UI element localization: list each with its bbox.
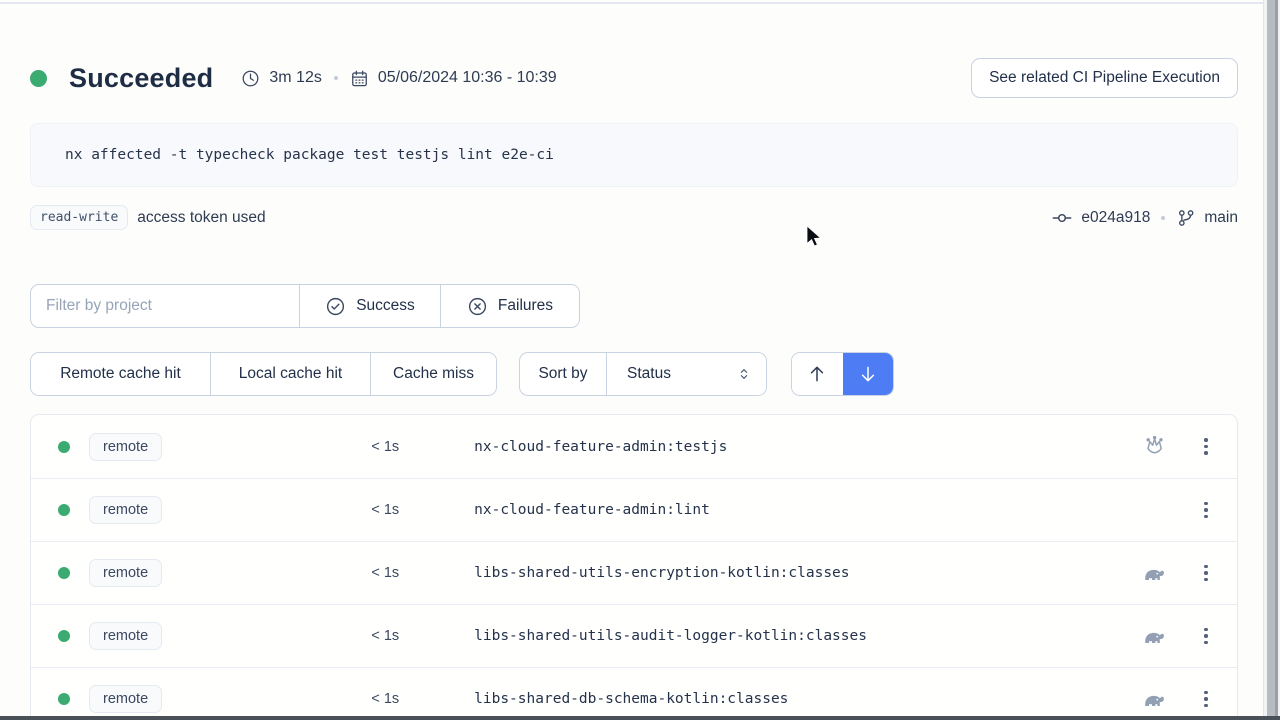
gradle-elephant-icon — [1142, 687, 1166, 711]
commit-sha[interactable]: e024a918 — [1081, 209, 1150, 227]
x-circle-icon — [467, 296, 488, 317]
filter-group: Success Failures — [30, 284, 580, 328]
git-commit-icon — [1051, 207, 1073, 229]
clock-icon — [241, 69, 260, 88]
mouse-cursor — [806, 226, 826, 248]
sort-by-label: Sort by — [520, 353, 606, 395]
task-list: remote < 1s nx-cloud-feature-admin:testj… — [30, 414, 1238, 720]
run-meta: 3m 12s 05/06/2024 10:36 - 10:39 — [241, 69, 556, 88]
local-cache-hit-button[interactable]: Local cache hit — [210, 353, 370, 395]
run-command: nx affected -t typecheck package test te… — [65, 147, 554, 163]
branch-name[interactable]: main — [1204, 209, 1238, 227]
cache-filter-group: Remote cache hit Local cache hit Cache m… — [30, 352, 497, 396]
task-tool-icon-slot — [1141, 561, 1167, 585]
task-duration: < 1s — [162, 691, 399, 707]
remote-cache-hit-button[interactable]: Remote cache hit — [31, 353, 210, 395]
access-token-badge: read-write — [30, 205, 128, 230]
task-cache-badge: remote — [89, 622, 162, 650]
run-status-dot — [30, 70, 47, 87]
see-related-pipeline-button[interactable]: See related CI Pipeline Execution — [971, 58, 1238, 98]
scrollbar-track[interactable] — [1263, 0, 1280, 720]
task-row[interactable]: remote < 1s libs-shared-db-schema-kotlin… — [31, 667, 1237, 720]
task-tool-icon-slot — [1141, 435, 1167, 459]
sort-ascending-button[interactable] — [792, 353, 843, 395]
sort-descending-button[interactable] — [843, 353, 894, 395]
filter-by-project-input[interactable] — [31, 285, 299, 327]
task-status-dot — [58, 441, 70, 453]
run-duration: 3m 12s — [269, 69, 321, 87]
run-date-range: 05/06/2024 10:36 - 10:39 — [378, 69, 557, 87]
filter-failures-button[interactable]: Failures — [440, 285, 579, 327]
row-menu-button[interactable] — [1197, 624, 1215, 649]
row-menu-button[interactable] — [1197, 687, 1215, 712]
bottom-edge-bar — [0, 716, 1280, 720]
gradle-elephant-icon — [1142, 624, 1166, 648]
command-box: nx affected -t typecheck package test te… — [30, 123, 1238, 187]
task-name[interactable]: libs-shared-db-schema-kotlin:classes — [474, 691, 1141, 707]
run-details-page: Succeeded 3m 12s 05/06/2024 10:36 - 10:3… — [0, 0, 1280, 720]
task-status-dot — [58, 693, 70, 705]
scrollbar-thumb[interactable] — [1267, 0, 1278, 720]
cache-miss-button[interactable]: Cache miss — [370, 353, 496, 395]
access-token-text: access token used — [137, 209, 265, 227]
row-menu-button[interactable] — [1197, 434, 1215, 459]
task-status-dot — [58, 504, 70, 516]
task-cache-badge: remote — [89, 685, 162, 713]
filter-success-label: Success — [356, 297, 415, 315]
task-status-dot — [58, 630, 70, 642]
task-name[interactable]: nx-cloud-feature-admin:testjs — [474, 439, 1141, 455]
jest-icon — [1142, 435, 1166, 459]
task-name[interactable]: libs-shared-utils-encryption-kotlin:clas… — [474, 565, 1141, 581]
token-row: read-write access token used e024a918 ma… — [30, 202, 1238, 233]
sort-select[interactable]: Status — [606, 353, 766, 395]
vcs-info: e024a918 main — [1051, 207, 1238, 229]
task-row[interactable]: remote < 1s nx-cloud-feature-admin:lint — [31, 478, 1237, 541]
task-name[interactable]: nx-cloud-feature-admin:lint — [474, 502, 1141, 518]
task-cache-badge: remote — [89, 496, 162, 524]
task-cache-badge: remote — [89, 559, 162, 587]
sort-direction-group — [791, 352, 894, 396]
task-name[interactable]: libs-shared-utils-audit-logger-kotlin:cl… — [474, 628, 1141, 644]
task-cache-badge: remote — [89, 433, 162, 461]
task-duration: < 1s — [162, 502, 399, 518]
task-status-dot — [58, 567, 70, 579]
separator-dot — [334, 76, 338, 80]
sort-group: Sort by Status — [519, 352, 767, 396]
content: Succeeded 3m 12s 05/06/2024 10:36 - 10:3… — [30, 0, 1238, 720]
task-row[interactable]: remote < 1s libs-shared-utils-audit-logg… — [31, 604, 1237, 667]
separator-dot — [1161, 216, 1165, 220]
filter-success-button[interactable]: Success — [299, 285, 440, 327]
page-title: Succeeded — [69, 63, 213, 94]
task-duration: < 1s — [162, 628, 399, 644]
task-duration: < 1s — [162, 439, 399, 455]
chevron-up-down-icon — [736, 366, 752, 382]
task-row[interactable]: remote < 1s libs-shared-utils-encryption… — [31, 541, 1237, 604]
filter-failures-label: Failures — [498, 297, 553, 315]
row-menu-button[interactable] — [1197, 498, 1215, 523]
task-duration: < 1s — [162, 565, 399, 581]
arrow-down-icon — [858, 364, 878, 384]
sort-select-value: Status — [627, 365, 671, 383]
calendar-icon — [350, 69, 369, 88]
check-circle-icon — [325, 296, 346, 317]
task-tool-icon-slot — [1141, 687, 1167, 711]
git-branch-icon — [1176, 208, 1196, 228]
task-tool-icon-slot — [1141, 624, 1167, 648]
gradle-elephant-icon — [1142, 561, 1166, 585]
run-header: Succeeded 3m 12s 05/06/2024 10:36 - 10:3… — [30, 57, 1238, 99]
row-menu-button[interactable] — [1197, 561, 1215, 586]
toolbar-row: Remote cache hit Local cache hit Cache m… — [30, 352, 1238, 396]
arrow-up-icon — [807, 364, 827, 384]
task-row[interactable]: remote < 1s nx-cloud-feature-admin:testj… — [31, 415, 1237, 478]
